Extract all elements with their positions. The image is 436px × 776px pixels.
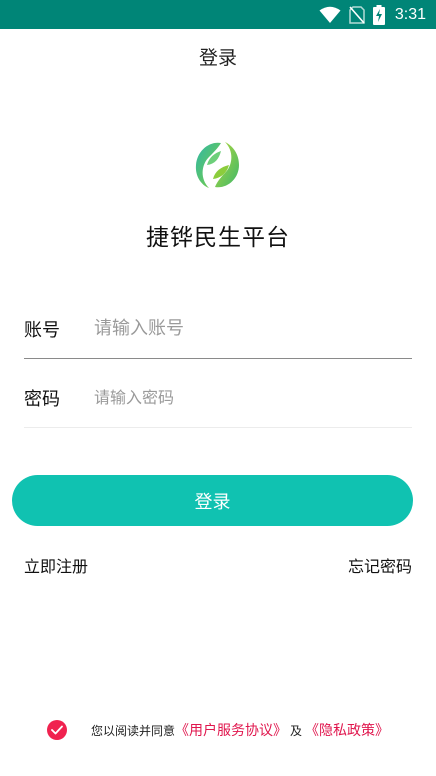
app-name: 捷铧民生平台 [146,225,290,251]
register-link[interactable]: 立即注册 [24,553,88,577]
check-icon [51,725,63,735]
password-row: 密码 [24,368,412,428]
user-agreement-link[interactable]: 《用户服务协议》 [175,720,287,740]
account-row: 账号 [24,299,412,359]
battery-charging-icon [372,4,385,25]
leaf-logo-icon [195,142,239,188]
password-input[interactable] [94,388,412,407]
forgot-password-link[interactable]: 忘记密码 [348,553,412,577]
login-button[interactable]: 登录 [12,475,413,526]
account-label: 账号 [24,319,60,341]
agreement-checkbox[interactable] [46,720,67,740]
page-title: 登录 [198,46,237,69]
agreement-prefix: 您以阅读并同意 [90,723,175,738]
password-label: 密码 [24,388,60,410]
agreement-conjunction: 及 [290,723,303,738]
account-input[interactable] [94,318,412,339]
privacy-policy-link[interactable]: 《隐私政策》 [305,720,389,740]
wifi-icon [319,6,341,23]
status-time: 3:31 [394,5,426,23]
no-sim-icon [349,5,365,24]
agreement-row: 您以阅读并同意 《用户服务协议》 及 《隐私政策》 [0,718,436,742]
status-bar: 3:31 [0,0,436,29]
